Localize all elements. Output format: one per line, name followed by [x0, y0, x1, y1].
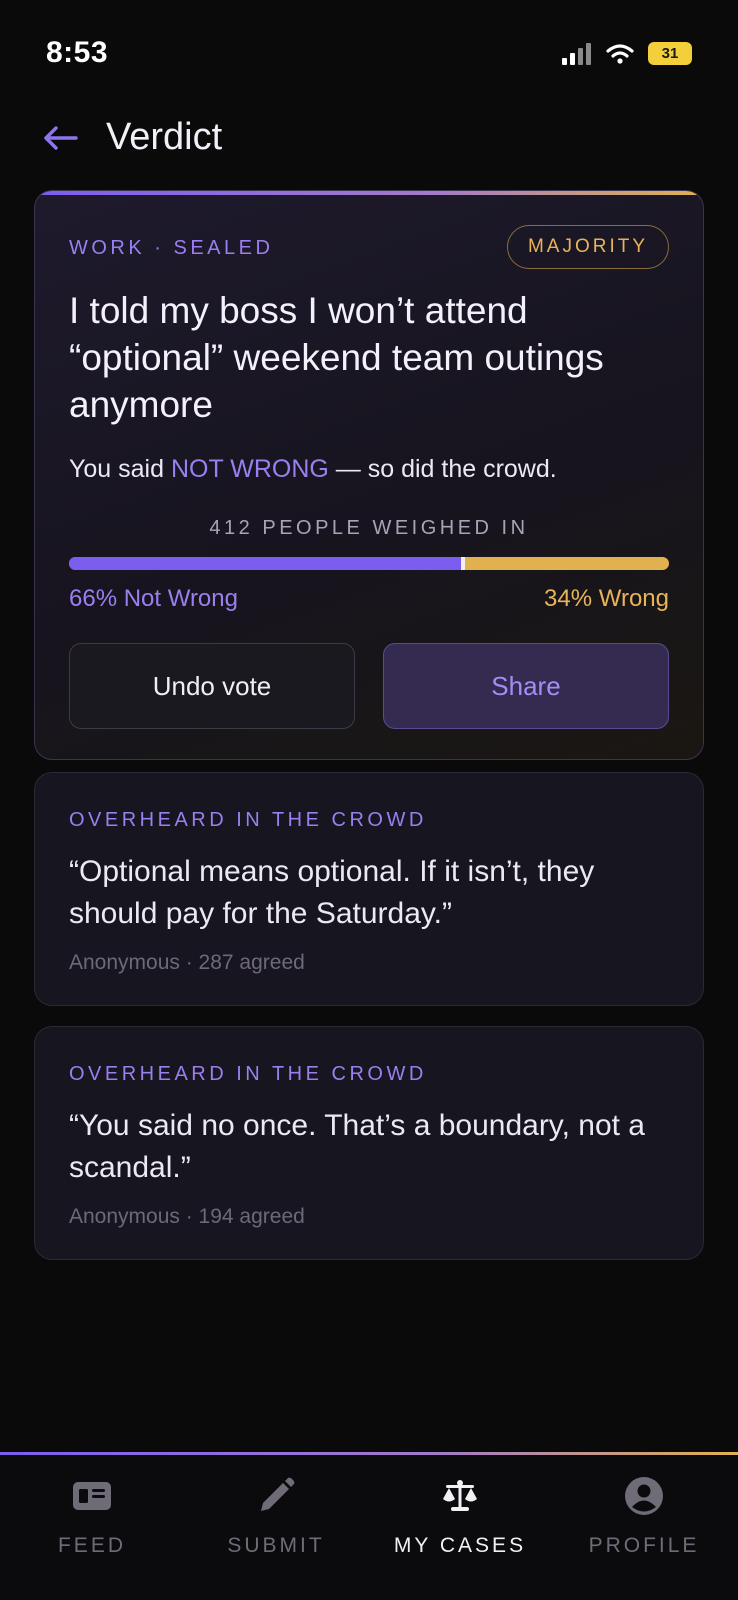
not-wrong-percentage: 66% Not Wrong: [69, 585, 238, 612]
pencil-icon: [254, 1474, 298, 1518]
nav-item-profile[interactable]: PROFILE: [552, 1474, 736, 1558]
quote-text: “Optional means optional. If it isn’t, t…: [69, 855, 595, 930]
vote-split-bar: [69, 557, 669, 570]
scales-icon: [438, 1474, 482, 1518]
quote-label: OVERHEARD IN THE CROWD: [69, 809, 427, 831]
quote-label: OVERHEARD IN THE CROWD: [69, 1063, 427, 1085]
share-button[interactable]: Share: [383, 643, 669, 729]
nav-label: SUBMIT: [227, 1534, 325, 1557]
bottom-nav: FEED SUBMIT MY CASES PROFILE: [0, 1452, 738, 1600]
verdict-suffix: — so did the crowd.: [328, 455, 557, 483]
crowd-quote-card: OVERHEARD IN THE CROWD “You said no once…: [34, 1026, 704, 1260]
profile-icon: [622, 1474, 666, 1518]
nav-item-feed[interactable]: FEED: [0, 1474, 184, 1558]
quote-meta: Anonymous · 287 agreed: [69, 951, 305, 974]
page-title: Verdict: [106, 116, 223, 158]
battery-indicator: 31: [648, 42, 692, 65]
wifi-icon: [606, 43, 634, 64]
undo-vote-button[interactable]: Undo vote: [69, 643, 355, 729]
not-wrong-fill: [69, 557, 465, 570]
nav-item-submit[interactable]: SUBMIT: [184, 1474, 368, 1558]
status-icons: 31: [562, 42, 692, 65]
signal-icon: [562, 42, 591, 65]
participants-count: 412 PEOPLE WEIGHED IN: [209, 517, 529, 539]
crowd-quote-card: OVERHEARD IN THE CROWD “Optional means o…: [34, 772, 704, 1006]
quote-meta: Anonymous · 194 agreed: [69, 1205, 305, 1228]
quote-text: “You said no once. That’s a boundary, no…: [69, 1109, 645, 1184]
verdict-prefix: You said: [69, 455, 171, 483]
case-category: WORK · SEALED: [69, 237, 274, 259]
case-title: I told my boss I won’t attend “optional”…: [69, 290, 604, 425]
majority-badge: MAJORITY: [506, 225, 669, 269]
status-bar: 8:53 31: [0, 0, 738, 110]
nav-label: MY CASES: [393, 1534, 527, 1557]
feed-icon: [70, 1474, 114, 1518]
nav-item-my-cases[interactable]: MY CASES: [368, 1474, 552, 1558]
header: Verdict: [40, 116, 222, 159]
nav-label: FEED: [57, 1534, 126, 1557]
wrong-percentage: 34% Wrong: [544, 585, 669, 612]
nav-accent-line: [0, 1452, 738, 1455]
verdict-card: WORK · SEALED MAJORITY I told my boss I …: [34, 190, 704, 760]
nav-label: PROFILE: [588, 1534, 700, 1557]
status-time: 8:53: [46, 36, 109, 69]
verdict-sentence: You said NOT WRONG — so did the crowd.: [69, 455, 557, 484]
back-arrow-icon[interactable]: [40, 118, 80, 158]
verdict-highlight: NOT WRONG: [170, 455, 329, 483]
card-accent-line: [35, 191, 703, 195]
